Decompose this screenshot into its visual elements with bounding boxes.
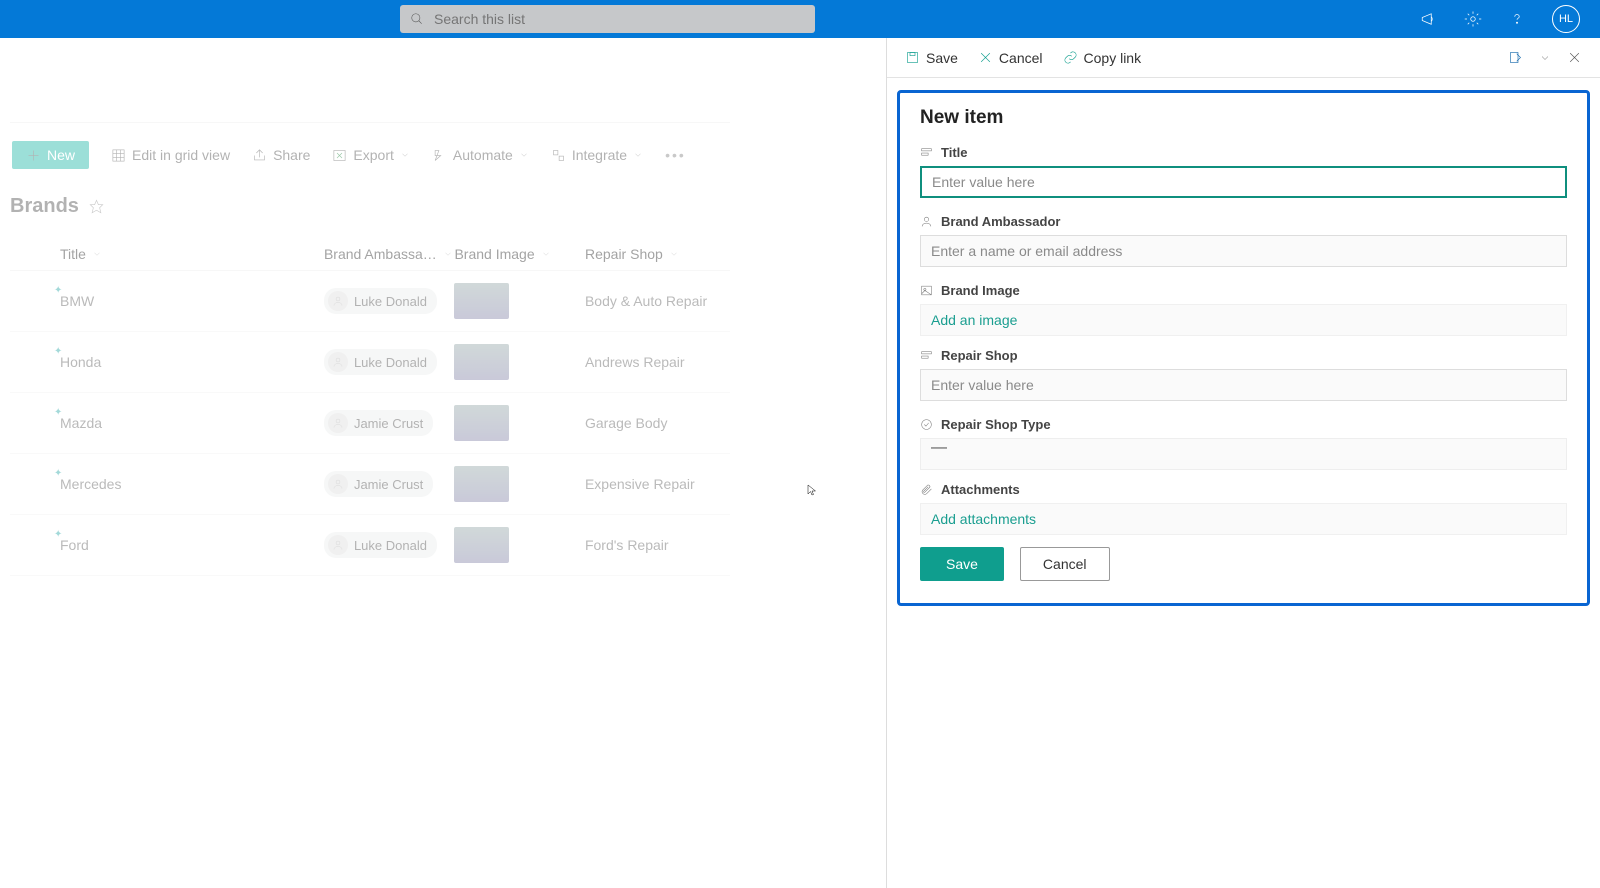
search-input[interactable] [434,11,805,27]
form-heading: New item [920,107,1567,129]
user-avatar[interactable]: HL [1552,5,1580,33]
table-row[interactable]: ✦MercedesJamie CrustExpensive Repair [10,454,730,515]
shop-input[interactable] [920,369,1567,401]
new-button[interactable]: New [12,141,89,169]
chevron-down-icon [443,249,453,259]
person-pill[interactable]: Luke Donald [324,532,437,558]
brand-image-thumb [454,466,509,502]
title-input[interactable] [920,166,1567,198]
chevron-down-icon [400,150,410,160]
gear-icon[interactable] [1464,10,1482,28]
close-icon [978,50,993,65]
excel-icon [332,148,347,163]
save-icon [905,50,920,65]
share-icon [252,148,267,163]
integrate-button[interactable]: Integrate [551,147,643,163]
cursor-icon [806,482,818,498]
megaphone-icon[interactable] [1420,10,1438,28]
form-card: New item Title Brand Ambassador Brand Im… [897,90,1590,606]
more-button[interactable]: ••• [665,147,686,163]
panel-save-label: Save [926,50,958,66]
panel-copylink-label: Copy link [1084,50,1142,66]
panel-copylink-button[interactable]: Copy link [1063,50,1142,66]
chevron-down-icon [669,249,679,259]
chevron-down-icon [519,150,529,160]
save-button[interactable]: Save [920,547,1004,581]
header-actions: HL [1420,5,1580,33]
panel-command-bar: Save Cancel Copy link [887,38,1600,78]
global-header: HL [0,0,1600,38]
table-row[interactable]: ✦HondaLuke DonaldAndrews Repair [10,332,730,393]
field-label-title: Title [920,145,1567,160]
share-button[interactable]: Share [252,147,310,163]
col-header-image[interactable]: Brand Image [454,246,585,262]
edit-grid-label: Edit in grid view [132,147,230,163]
share-label: Share [273,147,310,163]
brand-image-thumb [454,527,509,563]
export-label: Export [353,147,393,163]
automate-button[interactable]: Automate [432,147,529,163]
image-icon [920,284,933,297]
avatar-initials: HL [1559,13,1573,25]
chevron-down-icon[interactable] [1539,52,1551,64]
person-icon [920,215,933,228]
chevron-down-icon [92,249,102,259]
brand-image-thumb [454,405,509,441]
add-image-link[interactable]: Add an image [920,304,1567,336]
col-header-title[interactable]: Title [60,246,324,262]
chevron-down-icon [541,249,551,259]
person-pill[interactable]: Jamie Crust [324,410,433,436]
col-header-ambassador[interactable]: Brand Ambassa… [324,246,455,262]
text-icon [920,146,933,159]
plus-icon [26,148,41,163]
shoptype-select[interactable]: — [920,438,1567,470]
form-edit-icon[interactable] [1508,50,1523,65]
table-row[interactable]: ✦FordLuke DonaldFord's Repair [10,515,730,576]
grid-icon [111,148,126,163]
chevron-down-icon [633,150,643,160]
text-icon [920,349,933,362]
field-label-attachments: Attachments [920,482,1567,497]
table-row[interactable]: ✦MazdaJamie CrustGarage Body [10,393,730,454]
list-title-text: Brands [10,195,79,218]
person-pill[interactable]: Luke Donald [324,288,437,314]
brand-image-thumb [454,283,509,319]
person-pill[interactable]: Jamie Crust [324,471,433,497]
close-icon[interactable] [1567,50,1582,65]
new-button-label: New [47,147,75,163]
search-icon [410,12,424,26]
panel-cancel-button[interactable]: Cancel [978,50,1043,66]
star-icon[interactable] [89,199,104,214]
field-label-ambassador: Brand Ambassador [920,214,1567,229]
field-label-shoptype: Repair Shop Type [920,417,1567,432]
integrate-icon [551,148,566,163]
panel-save-button[interactable]: Save [905,50,958,66]
field-label-shop: Repair Shop [920,348,1567,363]
attachment-icon [920,483,933,496]
panel-cancel-label: Cancel [999,50,1043,66]
cancel-button[interactable]: Cancel [1020,547,1110,581]
help-icon[interactable] [1508,10,1526,28]
ambassador-input[interactable] [920,235,1567,267]
field-label-image: Brand Image [920,283,1567,298]
command-bar: New Edit in grid view Share Export Autom… [10,123,730,183]
link-icon [1063,50,1078,65]
flow-icon [432,148,447,163]
integrate-label: Integrate [572,147,627,163]
col-header-shop[interactable]: Repair Shop [585,246,730,262]
choice-icon [920,418,933,431]
automate-label: Automate [453,147,513,163]
person-pill[interactable]: Luke Donald [324,349,437,375]
list-page: New Edit in grid view Share Export Autom… [0,38,740,888]
list-title: Brands [10,195,730,218]
search-box[interactable] [400,5,815,33]
brand-image-thumb [454,344,509,380]
add-attachments-link[interactable]: Add attachments [920,503,1567,535]
new-item-panel: Save Cancel Copy link New item Title [886,38,1600,888]
export-button[interactable]: Export [332,147,409,163]
column-headers: Title Brand Ambassa… Brand Image Repair … [10,238,730,271]
edit-grid-button[interactable]: Edit in grid view [111,147,230,163]
table-row[interactable]: ✦BMWLuke DonaldBody & Auto Repair [10,271,730,332]
